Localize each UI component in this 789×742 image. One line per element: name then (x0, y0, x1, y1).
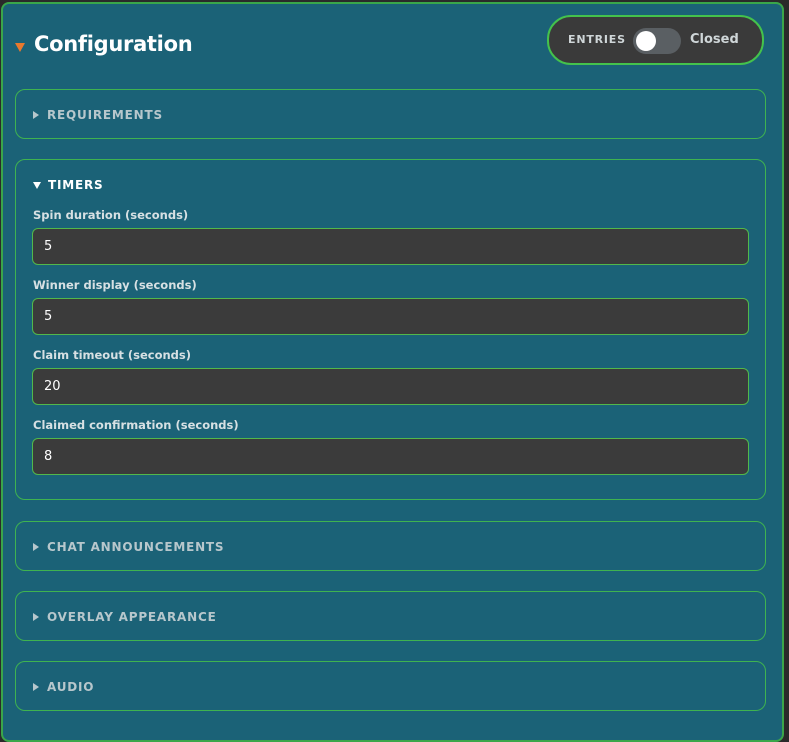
collapse-caret-icon (33, 181, 41, 189)
section-header-requirements[interactable]: REQUIREMENTS (33, 108, 163, 122)
entries-state: Closed (690, 32, 739, 47)
section-overlay-appearance[interactable]: OVERLAY APPEARANCE (15, 591, 766, 641)
claim-timeout-label: Claim timeout (seconds) (33, 348, 192, 362)
winner-display-label: Winner display (seconds) (33, 278, 197, 292)
section-header-chat[interactable]: CHAT ANNOUNCEMENTS (33, 540, 224, 554)
section-label: CHAT ANNOUNCEMENTS (47, 540, 225, 554)
section-label: REQUIREMENTS (47, 108, 163, 122)
spin-duration-label: Spin duration (seconds) (33, 208, 189, 222)
section-timers: TIMERS Spin duration (seconds) 5 Winner … (15, 159, 766, 500)
config-header[interactable]: Configuration (15, 32, 193, 56)
toggle-knob (636, 31, 656, 51)
claimed-confirmation-input[interactable]: 8 (32, 438, 749, 475)
section-label: AUDIO (47, 680, 95, 694)
winner-display-input[interactable]: 5 (32, 298, 749, 335)
section-chat-announcements[interactable]: CHAT ANNOUNCEMENTS (15, 521, 766, 571)
section-requirements[interactable]: REQUIREMENTS (15, 89, 766, 139)
entries-toggle-pill: ENTRIES Closed (547, 15, 764, 65)
expand-caret-icon (33, 543, 39, 551)
section-label: TIMERS (48, 178, 104, 192)
expand-caret-icon (33, 111, 39, 119)
spin-duration-input[interactable]: 5 (32, 228, 749, 265)
section-audio[interactable]: AUDIO (15, 661, 766, 711)
page-title: Configuration (34, 32, 193, 56)
expand-caret-icon (33, 683, 39, 691)
section-header-audio[interactable]: AUDIO (33, 680, 94, 694)
collapse-caret-icon[interactable] (15, 42, 25, 52)
section-header-timers[interactable]: TIMERS (33, 178, 103, 192)
section-header-overlay[interactable]: OVERLAY APPEARANCE (33, 610, 217, 624)
expand-caret-icon (33, 613, 39, 621)
claimed-confirmation-label: Claimed confirmation (seconds) (33, 418, 239, 432)
section-label: OVERLAY APPEARANCE (47, 610, 217, 624)
entries-label: ENTRIES (568, 33, 626, 46)
claim-timeout-input[interactable]: 20 (32, 368, 749, 405)
entries-toggle[interactable] (633, 28, 681, 54)
